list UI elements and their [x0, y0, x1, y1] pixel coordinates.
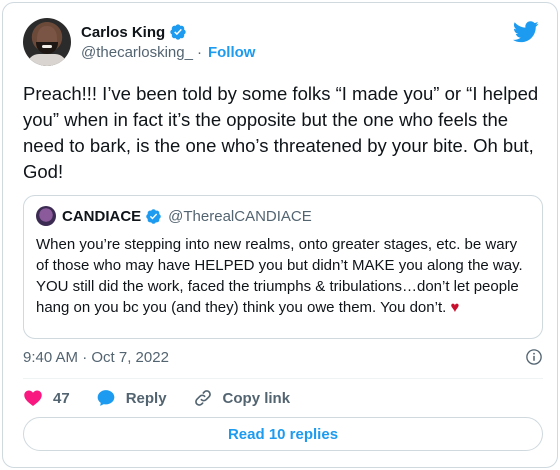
twitter-bird-icon[interactable] [513, 21, 539, 43]
author-names: Carlos King @thecarlosking_ · Follow [81, 23, 256, 62]
reply-label: Reply [125, 389, 167, 407]
heart-icon [24, 390, 42, 406]
tweet-card: Carlos King @thecarlosking_ · Follow Pre… [2, 2, 558, 468]
quoted-tweet-text: When you’re stepping into new realms, on… [36, 234, 530, 318]
tweet-text: Preach!!! I’ve been told by some folks “… [23, 83, 539, 182]
quoted-author-handle: @TherealCANDIACE [168, 207, 312, 225]
copy-link-icon [194, 390, 211, 406]
timestamp-row: 9:40 AM · Oct 7, 2022 [23, 347, 543, 367]
divider [23, 378, 543, 379]
author-display-name[interactable]: Carlos King [81, 24, 165, 41]
action-bar: 47 Reply Copy link [23, 387, 316, 409]
read-replies-button[interactable]: Read 10 replies [23, 417, 543, 451]
follow-button[interactable]: Follow [208, 44, 256, 61]
author-handle[interactable]: @thecarlosking_ [81, 44, 193, 61]
like-button[interactable]: 47 [23, 388, 70, 408]
reply-bubble-icon [97, 390, 115, 406]
copy-link-button[interactable]: Copy link [193, 388, 291, 408]
copy-link-label: Copy link [222, 389, 291, 407]
quoted-author-avatar [36, 206, 56, 226]
reply-button[interactable]: Reply [96, 388, 167, 408]
like-count: 47 [53, 389, 70, 407]
verified-badge-icon [170, 24, 186, 40]
info-icon[interactable] [525, 348, 543, 366]
quoted-author-name: CANDIACE [62, 207, 142, 225]
quoted-tweet[interactable]: CANDIACE @TherealCANDIACE When you’re st… [23, 195, 543, 339]
tweet-timestamp[interactable]: 9:40 AM · Oct 7, 2022 [23, 349, 169, 366]
red-heart-emoji: ♥ [450, 299, 460, 316]
tweet-header: Carlos King @thecarlosking_ · Follow [23, 17, 255, 67]
quoted-tweet-header: CANDIACE @TherealCANDIACE [36, 206, 530, 226]
author-avatar[interactable] [23, 18, 71, 66]
verified-badge-icon [146, 208, 161, 224]
handle-separator: · [196, 44, 202, 61]
